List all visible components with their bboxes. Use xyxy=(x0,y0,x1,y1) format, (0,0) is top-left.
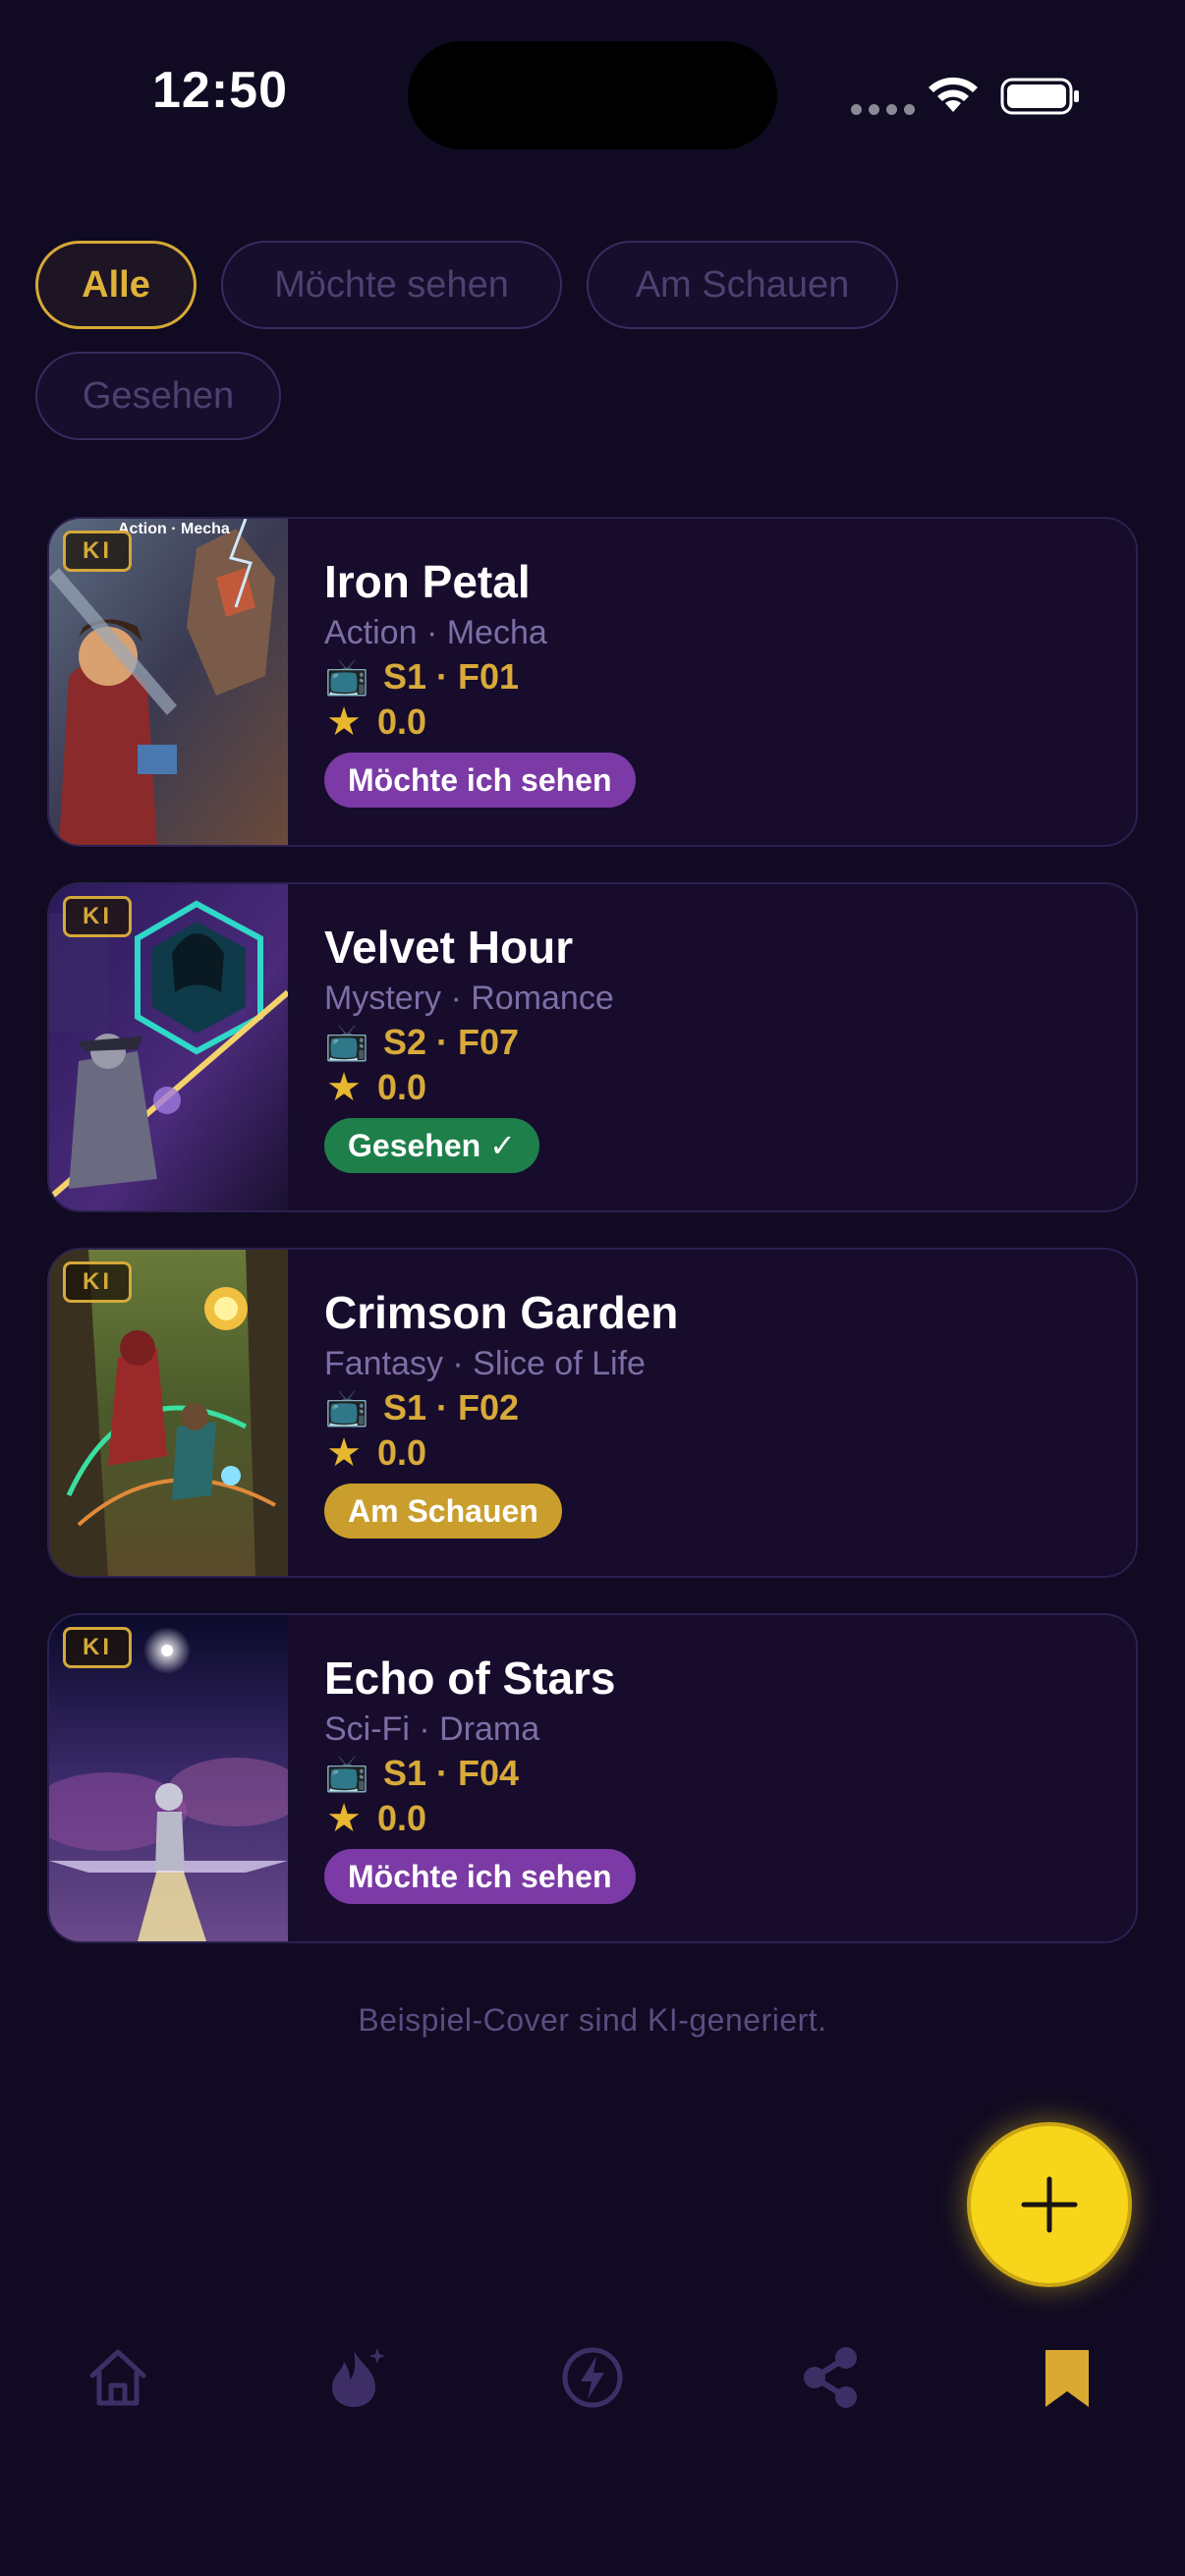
ki-badge: KI xyxy=(63,1627,132,1668)
dynamic-island xyxy=(408,41,777,149)
episode-label: S2 · F07 xyxy=(383,1022,520,1062)
show-cover-image: KI xyxy=(49,1250,288,1576)
tv-icon: 📺 xyxy=(324,1753,369,1793)
home-icon xyxy=(89,2349,146,2406)
share-icon xyxy=(804,2347,857,2408)
wifi-icon xyxy=(929,77,978,112)
rating-value: 0.0 xyxy=(377,1798,427,1838)
show-title: Crimson Garden xyxy=(324,1287,679,1338)
cover-caption: Action · Mecha xyxy=(118,521,230,537)
ki-badge: KI xyxy=(63,1261,132,1303)
star-icon: ★ xyxy=(326,1431,362,1475)
tab-activity[interactable] xyxy=(553,2338,632,2417)
tab-share[interactable] xyxy=(791,2338,870,2417)
filter-chip-am-schauen[interactable]: Am Schauen xyxy=(587,241,898,329)
cellular-signal-icon xyxy=(851,104,915,115)
tv-icon: 📺 xyxy=(324,1022,369,1062)
show-card[interactable]: KI Velvet Hour Mystery · Romance 📺 S2 · F… xyxy=(47,882,1138,1212)
status-badge[interactable]: Möchte ich sehen xyxy=(324,753,636,808)
filter-chip-moechte-sehen[interactable]: Möchte sehen xyxy=(221,241,562,329)
flame-icon xyxy=(332,2348,385,2407)
plus-icon xyxy=(1021,2176,1078,2233)
show-genres: Fantasy · Slice of Life xyxy=(324,1345,646,1382)
tab-home[interactable] xyxy=(79,2338,157,2417)
show-card[interactable]: KI Crimson Garden Fantasy · Slice of Lif… xyxy=(47,1248,1138,1578)
battery-icon xyxy=(1000,78,1079,115)
show-card[interactable]: Action · Mecha KI Iron Petal Action · Me… xyxy=(47,517,1138,847)
episode-label: S1 · F01 xyxy=(383,656,520,697)
star-icon: ★ xyxy=(326,1066,362,1109)
episode-label: S1 · F04 xyxy=(383,1753,520,1793)
filter-chip-gesehen[interactable]: Gesehen xyxy=(35,352,281,440)
status-bar: 12:50 xyxy=(0,0,1185,187)
show-cover-image: Action · Mecha KI xyxy=(49,519,288,845)
show-genres: Sci-Fi · Drama xyxy=(324,1710,540,1748)
filter-chip-alle[interactable]: Alle xyxy=(35,241,197,329)
tab-trending[interactable] xyxy=(316,2338,395,2417)
episode-label: S1 · F02 xyxy=(383,1387,520,1428)
lightning-icon xyxy=(562,2347,623,2408)
status-badge[interactable]: Gesehen ✓ xyxy=(324,1118,539,1173)
show-title: Echo of Stars xyxy=(324,1652,616,1704)
show-title: Velvet Hour xyxy=(324,922,574,973)
ai-cover-disclaimer: Beispiel-Cover sind KI-generiert. xyxy=(358,2002,827,2038)
ki-badge: KI xyxy=(63,896,132,937)
ki-badge: KI xyxy=(63,531,132,572)
show-card[interactable]: KI Echo of Stars Sci-Fi · Drama 📺 S1 · F0… xyxy=(47,1613,1138,1943)
status-badge[interactable]: Am Schauen xyxy=(324,1484,562,1539)
star-icon: ★ xyxy=(326,700,362,744)
tab-bar xyxy=(0,2338,1185,2446)
bookmark-icon xyxy=(1045,2350,1089,2407)
tab-watchlist[interactable] xyxy=(1028,2338,1106,2417)
rating-value: 0.0 xyxy=(377,701,427,742)
show-genres: Mystery · Romance xyxy=(324,980,614,1017)
clock: 12:50 xyxy=(152,62,288,119)
show-title: Iron Petal xyxy=(324,556,531,607)
add-show-button[interactable] xyxy=(967,2122,1132,2287)
tv-icon: 📺 xyxy=(324,656,369,697)
status-badge[interactable]: Möchte ich sehen xyxy=(324,1849,636,1904)
tv-icon: 📺 xyxy=(324,1387,369,1428)
rating-value: 0.0 xyxy=(377,1432,427,1473)
show-cover-image: KI xyxy=(49,1615,288,1941)
star-icon: ★ xyxy=(326,1797,362,1840)
show-cover-image: KI xyxy=(49,884,288,1210)
show-genres: Action · Mecha xyxy=(324,614,547,651)
rating-value: 0.0 xyxy=(377,1067,427,1107)
